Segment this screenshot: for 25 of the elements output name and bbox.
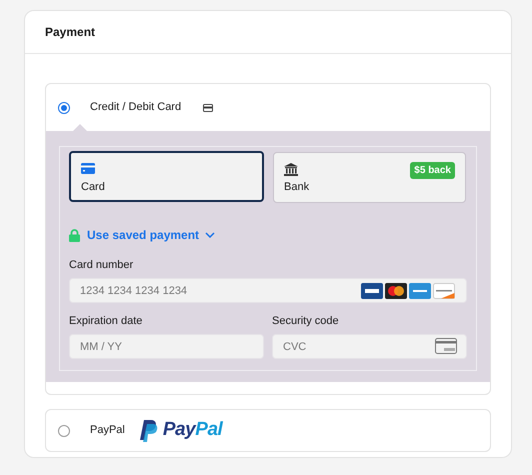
radio-button[interactable]: [58, 424, 70, 436]
text-field[interactable]: MM / YY: [69, 334, 264, 359]
card-brand-icon: [361, 282, 383, 298]
card-icon: [81, 163, 95, 174]
cvc-card-icon: [435, 338, 457, 354]
text-field[interactable]: CVC: [272, 334, 467, 359]
lock-icon: [69, 228, 80, 242]
field-label: Expiration date: [69, 314, 144, 329]
payment-type-tab[interactable]: Card: [69, 151, 264, 202]
section-title: Payment: [45, 24, 96, 41]
paypal-logo-text: PayPal: [162, 418, 222, 442]
radio-button[interactable]: [58, 102, 70, 114]
bank-icon: [284, 163, 298, 176]
chevron-down-icon: [205, 232, 216, 238]
field-label: Card number: [69, 258, 134, 273]
card-icon: [203, 104, 214, 112]
card-brand-icon: [409, 282, 431, 298]
paypal-mark-icon: [138, 420, 159, 442]
payment-type-tab[interactable]: Bank $5 back: [273, 152, 466, 203]
cashback-badge: $5 back: [410, 162, 455, 179]
option-label: PayPal: [90, 423, 125, 438]
card-brand-icon: [385, 282, 407, 298]
card-brand-icon: [433, 282, 455, 298]
option-label: Credit / Debit Card: [90, 100, 182, 116]
field-label: Security code: [272, 314, 340, 329]
